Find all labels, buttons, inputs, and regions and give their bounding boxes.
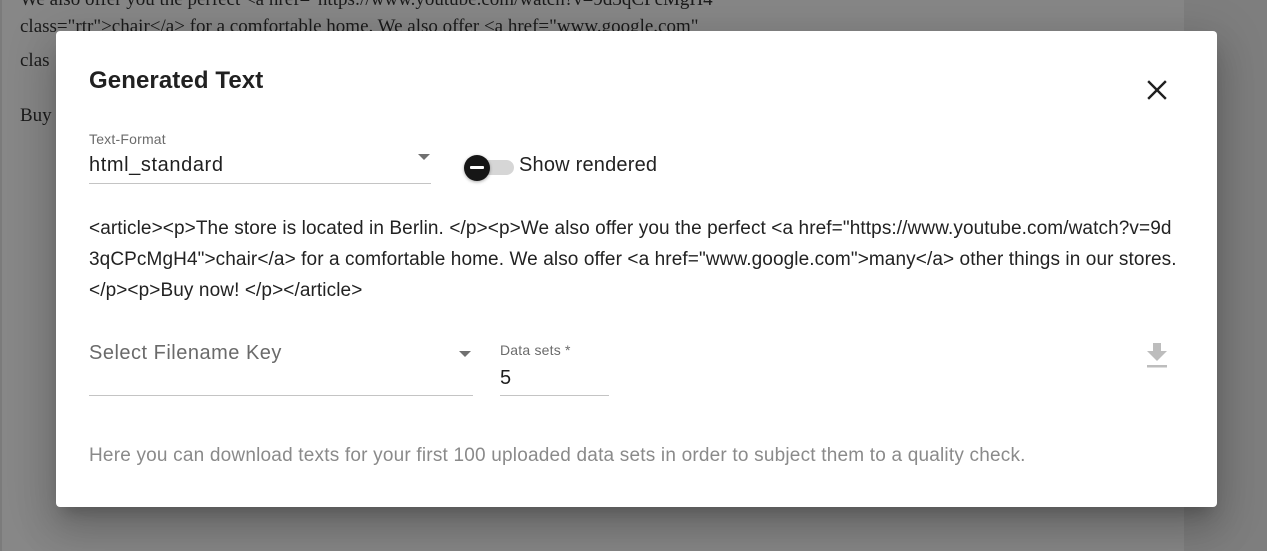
download-button[interactable] [1145,342,1169,370]
show-rendered-toggle[interactable] [464,155,516,181]
close-button[interactable] [1142,75,1172,105]
background-text-line: We also offer you the perfect <a href="h… [20,0,720,9]
minus-icon [470,166,484,169]
backdrop-edge [0,0,2,551]
download-icon [1147,343,1167,368]
close-icon [1147,80,1167,100]
show-rendered-label: Show rendered [519,154,658,176]
text-format-select[interactable] [89,129,431,184]
generated-text-output: <article><p>The store is located in Berl… [89,218,1177,301]
background-text-line: Buy [20,105,52,126]
toggle-thumb [464,155,490,181]
background-text-line: clas [20,50,50,71]
help-text: Here you can download texts for your fir… [89,445,1026,466]
filename-key-select[interactable] [89,331,473,396]
page: We also offer you the perfect <a href="h… [0,0,1267,551]
dialog-title: Generated Text [89,67,264,94]
data-sets-input[interactable] [500,339,609,396]
generated-text-dialog: Generated Text Text-Format html_standard… [56,31,1217,507]
